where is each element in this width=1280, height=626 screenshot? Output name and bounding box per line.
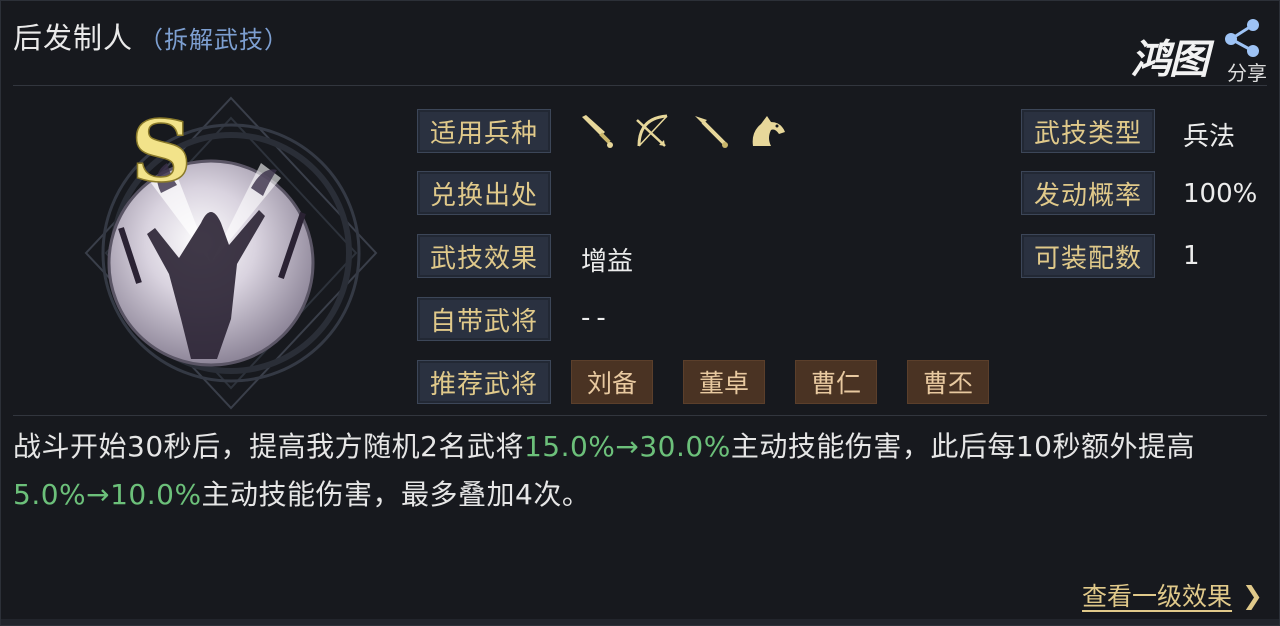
skill-grade: S xyxy=(131,102,192,201)
effect-value: 增益 xyxy=(581,247,634,277)
highlight-value: 5.0%→10.0% xyxy=(13,478,202,511)
highlight-value: 15.0%→30.0% xyxy=(523,430,731,463)
unit-type-icons xyxy=(577,109,789,153)
recommended-general-1[interactable]: 刘备 xyxy=(571,360,653,404)
recommended-general-2[interactable]: 董卓 xyxy=(683,360,765,404)
header: 后发制人 （拆解武技） xyxy=(13,15,289,59)
view-level1-effect-link[interactable]: 查看一级效果 ❯ xyxy=(1082,577,1263,613)
game-logo: 鸿图 xyxy=(1131,36,1209,83)
bottom-bar xyxy=(1,619,1279,625)
spear-icon xyxy=(695,116,728,148)
skill-title: 后发制人 xyxy=(13,21,134,55)
recommended-label: 推荐武将 xyxy=(417,360,551,404)
skill-type-label: 武技类型 xyxy=(1021,109,1155,153)
equip-count-label: 可装配数 xyxy=(1021,234,1155,278)
recommended-general-3[interactable]: 曹仁 xyxy=(795,360,877,404)
skill-detail-panel: 后发制人 （拆解武技） 鸿图 分享 S 适用兵种 兑换出处 武技效果 增益 自带… xyxy=(0,0,1280,626)
skill-type-value: 兵法 xyxy=(1183,122,1236,152)
own-general-label: 自带武将 xyxy=(417,297,551,341)
trigger-rate-label: 发动概率 xyxy=(1021,171,1155,215)
view-level1-effect-label: 查看一级效果 xyxy=(1082,582,1233,611)
bow-icon xyxy=(636,114,668,147)
share-button[interactable]: 鸿图 分享 xyxy=(1131,11,1271,85)
skill-subtitle: （拆解武技） xyxy=(139,26,290,54)
skill-description: 战斗开始30秒后，提高我方随机2名武将15.0%→30.0%主动技能伤害，此后每… xyxy=(13,430,1195,511)
share-icon xyxy=(1225,19,1259,57)
divider xyxy=(13,85,1267,86)
source-label: 兑换出处 xyxy=(417,171,551,215)
share-label: 分享 xyxy=(1227,61,1267,85)
own-general-value: -- xyxy=(581,303,612,333)
equip-count-value: 1 xyxy=(1183,241,1200,271)
sword-icon xyxy=(582,115,613,148)
skill-emblem: S xyxy=(84,96,378,410)
recommended-general-4[interactable]: 曹丕 xyxy=(907,360,989,404)
unit-type-label: 适用兵种 xyxy=(417,109,551,153)
effect-label: 武技效果 xyxy=(417,234,551,278)
horse-icon xyxy=(752,116,785,146)
divider xyxy=(13,415,1267,416)
trigger-rate-value: 100% xyxy=(1183,179,1258,209)
chevron-right-icon: ❯ xyxy=(1242,580,1263,610)
